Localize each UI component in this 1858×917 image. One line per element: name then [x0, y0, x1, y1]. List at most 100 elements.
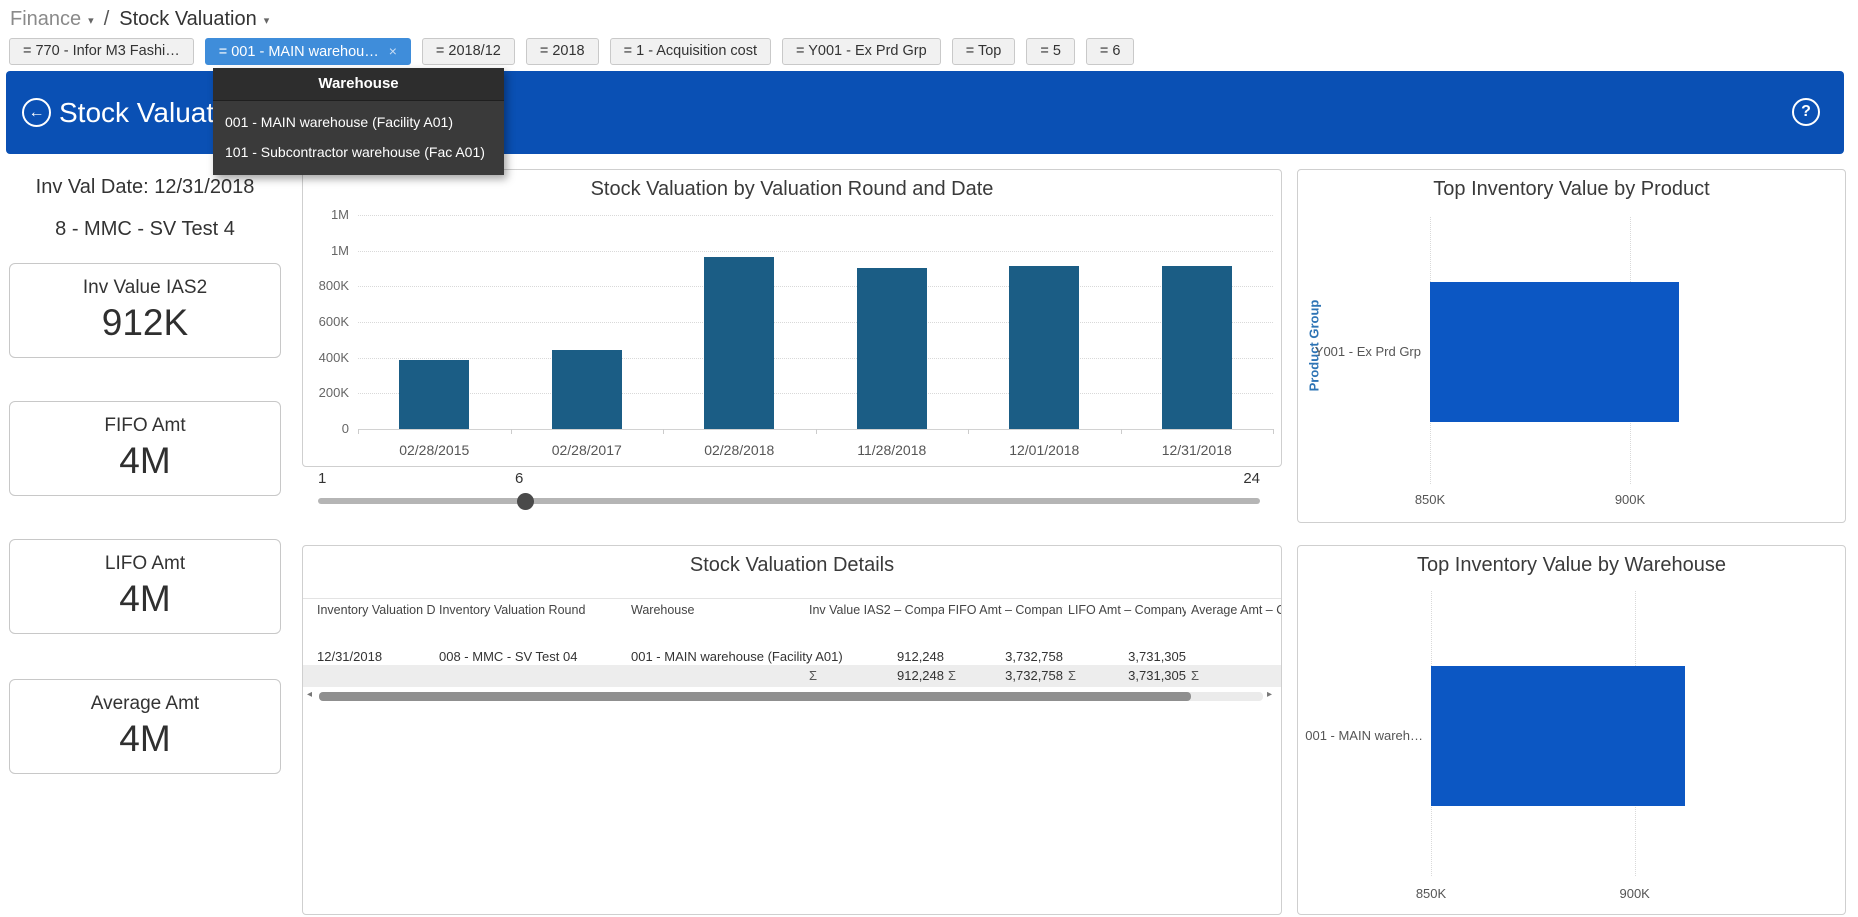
x-axis-tick-label: 900K [1590, 492, 1670, 507]
filter-chip-period[interactable]: = 2018/12 [422, 38, 515, 65]
caret-down-icon[interactable]: ▾ [264, 14, 270, 27]
top-inventory-by-warehouse-chart: 850K 900K 001 - MAIN wareh… [1298, 546, 1845, 914]
filter-chip-label: = Top [966, 43, 1002, 59]
bar[interactable] [1009, 266, 1079, 429]
x-axis-tick-label: 850K [1390, 492, 1470, 507]
filter-chip-months[interactable]: = 6 [1086, 38, 1135, 65]
bar[interactable] [552, 350, 622, 429]
bar[interactable] [704, 257, 774, 429]
y-axis-tick-label: 600K [303, 314, 349, 329]
horizontal-scrollbar-thumb[interactable] [319, 692, 1191, 701]
x-axis-tick-label: 11/28/2018 [817, 442, 967, 458]
y-axis-tick-label: 200K [303, 385, 349, 400]
column-header: LIFO Amt – Company [1068, 603, 1186, 617]
dropdown-header: Warehouse [213, 68, 504, 101]
filter-chip-top-n[interactable]: = 5 [1026, 38, 1075, 65]
breadcrumb-section[interactable]: Finance [10, 8, 81, 31]
kpi-card-lifo-amt[interactable]: LIFO Amt 4M [9, 539, 281, 634]
details-table: Inventory Valuation DateInventory Valuat… [303, 598, 1281, 599]
filter-chip-cost-method[interactable]: = 1 - Acquisition cost [610, 38, 771, 65]
sigma-icon: Σ [948, 668, 956, 683]
column-header: FIFO Amt – Company [948, 603, 1063, 617]
table-cell[interactable]: 008 - MMC - SV Test 04 [439, 649, 627, 664]
kpi-label: FIFO Amt [10, 415, 280, 437]
breadcrumb-separator: / [104, 8, 110, 31]
dropdown-option-subcontractor-warehouse[interactable]: 101 - Subcontractor warehouse (Fac A01) [213, 137, 504, 167]
filter-chip-top[interactable]: = Top [952, 38, 1016, 65]
top-inventory-by-warehouse-panel: Top Inventory Value by Warehouse 850K900… [1297, 545, 1846, 915]
x-axis-tick-label: 02/28/2018 [664, 442, 814, 458]
kpi-label: LIFO Amt [10, 553, 280, 575]
details-title: Stock Valuation Details [303, 554, 1281, 577]
filter-chip-company[interactable]: = 770 - Infor M3 Fashi… [9, 38, 194, 65]
kpi-card-fifo-amt[interactable]: FIFO Amt 4M [9, 401, 281, 496]
x-axis-tick-label: 850K [1391, 886, 1471, 901]
bar[interactable] [1430, 282, 1679, 422]
axis-tick-mark [1273, 429, 1274, 434]
filter-chip-label: = 6 [1100, 43, 1121, 59]
totals-cell: Σ 3,732,758 [948, 668, 1063, 683]
kpi-card-inv-value-ias2[interactable]: Inv Value IAS2 912K [9, 263, 281, 358]
dropdown-option-main-warehouse[interactable]: 001 - MAIN warehouse (Facility A01) [213, 107, 504, 137]
y-axis-tick-label: 800K [303, 278, 349, 293]
slider-track[interactable] [318, 498, 1260, 504]
slider-min-label: 1 [318, 470, 326, 487]
filter-chip-label: = 5 [1040, 43, 1061, 59]
column-header: Inventory Valuation Round [439, 603, 627, 617]
inventory-valuation-date-label: Inv Val Date: 12/31/2018 [0, 176, 290, 199]
scroll-right-icon[interactable]: ▸ [1267, 689, 1272, 700]
table-cell[interactable]: 912,248 [809, 649, 944, 664]
warehouse-dropdown: Warehouse 001 - MAIN warehouse (Facility… [213, 68, 504, 175]
breadcrumb-page[interactable]: Stock Valuation [119, 8, 257, 31]
table-cell[interactable]: 001 - MAIN warehouse (Facility A01) [631, 649, 805, 664]
gridline [358, 286, 1273, 287]
total-value: 3,732,758 [1005, 668, 1063, 683]
stock-valuation-chart-panel: Stock Valuation by Valuation Round and D… [302, 169, 1282, 467]
filter-chip-label: = 2018 [540, 43, 585, 59]
x-axis-tick-label: 900K [1595, 886, 1675, 901]
totals-row: Σ912,248Σ3,732,758Σ3,731,305Σ [303, 665, 1281, 687]
kpi-value: 4M [10, 440, 280, 482]
bar[interactable] [857, 268, 927, 429]
y-axis-tick-label: 400K [303, 350, 349, 365]
table-cell[interactable]: 3,732,758 [948, 649, 1063, 664]
back-icon[interactable]: ← [22, 98, 51, 127]
totals-cell: Σ 3,731,305 [1068, 668, 1186, 683]
kpi-label: Inv Value IAS2 [10, 277, 280, 299]
total-value: 3,731,305 [1128, 668, 1186, 683]
top-inventory-by-product-chart: 850K 900K Y001 - Ex Prd Grp [1298, 170, 1845, 522]
filter-chip-year[interactable]: = 2018 [526, 38, 599, 65]
slider-handle[interactable] [517, 493, 534, 510]
stock-valuation-details-panel: Stock Valuation Details Inventory Valuat… [302, 545, 1282, 915]
gridline [358, 251, 1273, 252]
x-axis-tick-label: 02/28/2015 [359, 442, 509, 458]
caret-down-icon[interactable]: ▾ [88, 14, 94, 27]
sigma-icon: Σ [1068, 668, 1076, 683]
table-cell[interactable]: 12/31/2018 [317, 649, 435, 664]
bar[interactable] [1431, 666, 1685, 806]
category-label: Y001 - Ex Prd Grp [1298, 344, 1421, 359]
y-axis-tick-label: 1M [303, 207, 349, 222]
help-icon[interactable]: ? [1792, 98, 1820, 126]
axis-tick-mark [968, 429, 969, 434]
kpi-value: 4M [10, 718, 280, 760]
filter-chip-product-group[interactable]: = Y001 - Ex Prd Grp [782, 38, 941, 65]
category-label: 001 - MAIN wareh… [1298, 728, 1423, 743]
filter-chip-warehouse[interactable]: = 001 - MAIN warehou…× [205, 38, 411, 65]
scroll-left-icon[interactable]: ◂ [307, 689, 312, 700]
column-header: Warehouse [631, 603, 805, 617]
bar[interactable] [1162, 266, 1232, 429]
dropdown-option-list: 001 - MAIN warehouse (Facility A01) 101 … [213, 101, 504, 175]
kpi-card-average-amt[interactable]: Average Amt 4M [9, 679, 281, 774]
breadcrumb: Finance ▾ / Stock Valuation ▾ [10, 6, 275, 32]
x-axis-tick-label: 12/01/2018 [969, 442, 1119, 458]
slider-current-label: 6 [515, 470, 523, 487]
close-icon[interactable]: × [389, 43, 397, 59]
axis-tick-mark [816, 429, 817, 434]
table-cell[interactable]: 3,731,305 [1068, 649, 1186, 664]
x-axis-tick-label: 12/31/2018 [1122, 442, 1272, 458]
bar[interactable] [399, 360, 469, 429]
stock-valuation-bar-chart: 0200K400K600K800K1M1M02/28/201502/28/201… [303, 170, 1281, 466]
filter-chip-label: = 2018/12 [436, 43, 501, 59]
slider-max-label: 24 [1230, 470, 1260, 487]
